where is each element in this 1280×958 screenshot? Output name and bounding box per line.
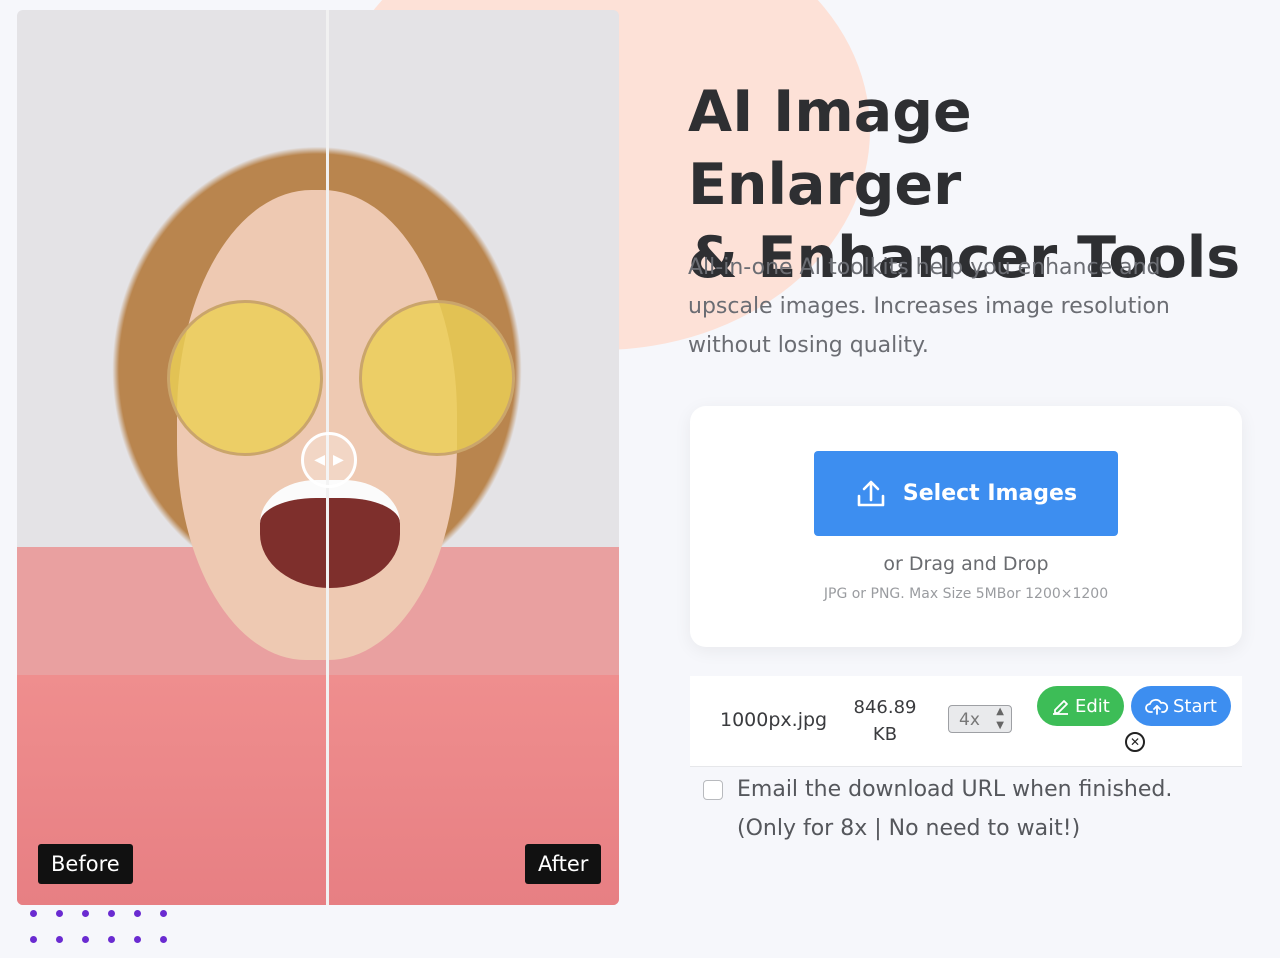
cloud-upload-icon — [1145, 698, 1169, 715]
start-button[interactable]: Start — [1131, 686, 1231, 726]
start-label: Start — [1173, 695, 1217, 717]
chevron-right-icon: ▶ — [333, 452, 344, 468]
drag-drop-text: or Drag and Drop — [883, 553, 1049, 575]
page-subtitle: All-in-one AI toolkits help you enhance … — [688, 255, 1170, 358]
remove-file-icon[interactable]: ✕ — [1125, 732, 1145, 752]
select-images-button[interactable]: Select Images — [814, 451, 1118, 536]
edit-button[interactable]: Edit — [1037, 686, 1124, 726]
mouth-shape — [260, 480, 400, 588]
comparison-slider-handle[interactable]: ◀ ▶ — [301, 432, 357, 488]
scale-select[interactable]: 4x ▲ ▼ — [948, 705, 1012, 733]
edit-label: Edit — [1075, 695, 1110, 717]
after-label: After — [525, 844, 602, 884]
before-label: Before — [38, 844, 133, 884]
glasses-left-lens — [167, 300, 323, 456]
file-size-unit: KB — [872, 724, 898, 745]
stepper-arrows-icon: ▲ ▼ — [996, 706, 1004, 731]
upload-icon — [857, 480, 885, 506]
scale-value: 4x — [959, 710, 980, 730]
glasses-right-lens — [359, 300, 515, 456]
pencil-icon — [1053, 700, 1068, 715]
email-checkbox[interactable] — [703, 780, 723, 800]
email-label-line-2: (Only for 8x | No need to wait!) — [737, 816, 1081, 841]
file-name: 1000px.jpg — [720, 709, 828, 731]
email-label-line-1: Email the download URL when finished. — [737, 777, 1173, 802]
title-line-1: AI Image Enlarger — [688, 79, 972, 218]
file-row: 1000px.jpg 846.89 KB 4x ▲ ▼ Edit Start ✕ — [690, 676, 1242, 767]
file-requirements: JPG or PNG. Max Size 5MBor 1200×1200 — [823, 586, 1109, 602]
chevron-left-icon: ◀ — [314, 452, 325, 468]
file-size: 846.89 KB — [850, 694, 920, 748]
select-images-label: Select Images — [902, 481, 1078, 506]
file-size-value: 846.89 — [853, 697, 917, 718]
email-option-label: Email the download URL when finished. (O… — [737, 770, 1217, 848]
upload-dropzone[interactable]: Select Images or Drag and Drop JPG or PN… — [690, 406, 1242, 647]
